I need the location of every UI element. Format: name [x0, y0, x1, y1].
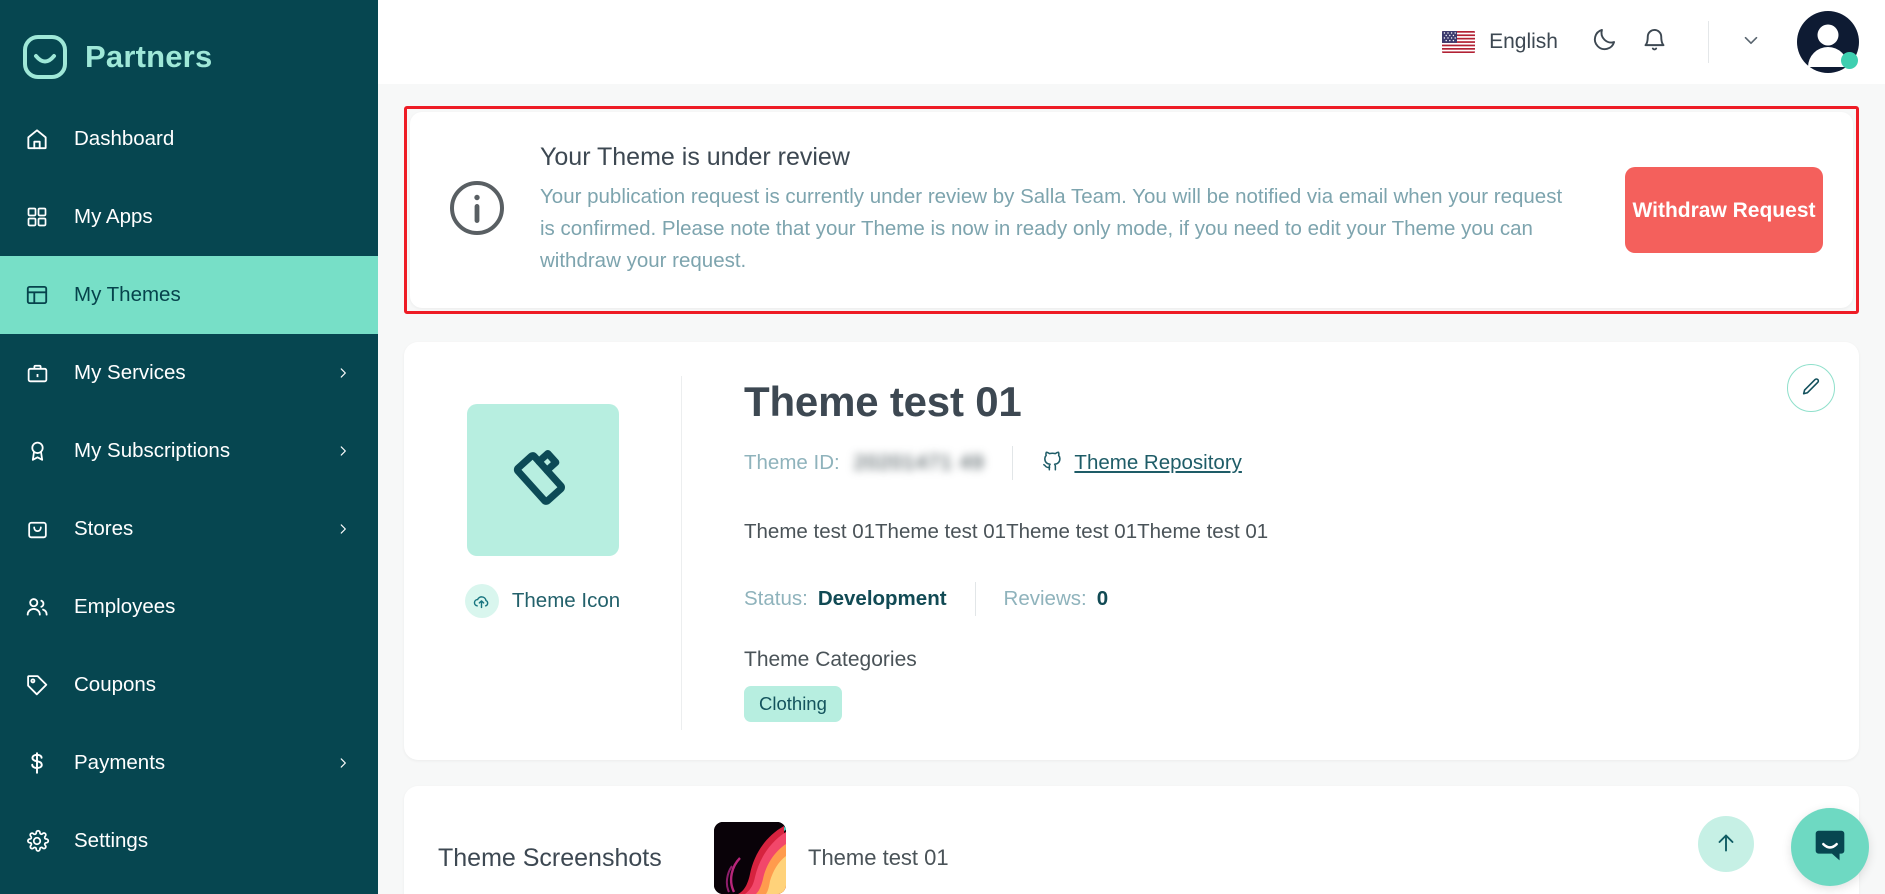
bag-icon	[22, 514, 52, 544]
sidebar-item-label: Coupons	[74, 673, 157, 696]
dark-mode-toggle[interactable]	[1582, 20, 1626, 64]
chevron-right-icon	[336, 752, 350, 774]
chevron-down-icon	[1740, 29, 1762, 56]
review-alert: Your Theme is under review Your publicat…	[410, 112, 1853, 308]
sidebar-item-label: My Apps	[74, 205, 153, 228]
status-divider	[974, 582, 976, 616]
topbar-divider	[1708, 21, 1709, 63]
gear-icon	[22, 826, 52, 856]
meta-divider	[1012, 446, 1014, 480]
theme-preview-thumbnail	[714, 822, 786, 894]
status-badge: Development	[817, 587, 947, 610]
status-label: Status:	[744, 587, 808, 610]
chat-support-button[interactable]	[1791, 808, 1869, 886]
theme-thumbnail	[466, 404, 619, 556]
topbar: English	[378, 0, 1885, 84]
sidebar-item-label: My Services	[74, 361, 186, 384]
sidebar-item-label: My Subscriptions	[74, 439, 231, 462]
page-title: Theme test 01	[744, 378, 1022, 425]
bell-icon	[1641, 26, 1668, 58]
chat-bubble-icon	[1809, 825, 1851, 870]
theme-details-card: Theme Icon Theme test 01 Theme ID: 20201…	[404, 342, 1859, 760]
theme-info-section: Theme test 01 Theme ID: 20201471 49 Them…	[682, 376, 1859, 730]
theme-screenshots-title: Theme Screenshots	[438, 843, 662, 872]
alert-message: Your publication request is currently un…	[540, 185, 1563, 272]
sidebar-item-label: Payments	[74, 751, 166, 774]
briefcase-icon	[22, 358, 52, 388]
screenshot-name: Theme test 01	[808, 845, 949, 870]
info-icon	[448, 179, 506, 242]
alert-highlight-box: Your Theme is under review Your publicat…	[404, 106, 1859, 314]
theme-repository-link[interactable]: Theme Repository	[1041, 449, 1242, 478]
alert-title: Your Theme is under review	[540, 143, 850, 171]
sidebar-item-label: Dashboard	[74, 127, 175, 150]
theme-brush-icon	[503, 438, 583, 523]
notifications-button[interactable]	[1632, 20, 1676, 64]
sidebar-item-my-apps[interactable]: My Apps	[0, 178, 378, 256]
sidebar-nav: Dashboard My Apps My Themes My Services …	[0, 100, 378, 880]
sidebar-item-coupons[interactable]: Coupons	[0, 646, 378, 724]
chevron-right-icon	[336, 362, 350, 384]
withdraw-request-button[interactable]: Withdraw Request	[1625, 167, 1823, 253]
brand[interactable]: Partners	[0, 0, 378, 92]
sidebar-item-employees[interactable]: Employees	[0, 568, 378, 646]
theme-repository-label: Theme Repository	[1074, 451, 1242, 474]
sidebar-item-label: Settings	[74, 829, 149, 852]
theme-id-label: Theme ID:	[744, 451, 840, 474]
theme-screenshots-card: Theme Screenshots Theme test 01	[404, 786, 1859, 894]
account-menu-button[interactable]	[1731, 22, 1771, 62]
app-root: Partners Dashboard My Apps My Themes My …	[0, 0, 1885, 894]
chevron-right-icon	[336, 518, 350, 540]
alert-body: Your Theme is under review Your publicat…	[540, 143, 1625, 277]
sidebar-item-label: Employees	[74, 595, 176, 618]
sidebar-item-dashboard[interactable]: Dashboard	[0, 100, 378, 178]
sidebar: Partners Dashboard My Apps My Themes My …	[0, 0, 378, 894]
us-flag-icon	[1442, 31, 1476, 53]
reviews-label: Reviews:	[1003, 587, 1087, 610]
theme-id-value: 20201471 49	[853, 451, 985, 474]
sidebar-item-my-subscriptions[interactable]: My Subscriptions	[0, 412, 378, 490]
theme-meta-row: Theme ID: 20201471 49 Theme Repository	[744, 446, 1799, 480]
language-label: English	[1489, 30, 1558, 53]
layout-icon	[22, 280, 52, 310]
arrow-up-icon	[1714, 831, 1738, 858]
award-icon	[22, 436, 52, 466]
theme-status-row: Status: Development Reviews: 0	[744, 582, 1799, 616]
sidebar-item-payments[interactable]: Payments	[0, 724, 378, 802]
sidebar-item-my-services[interactable]: My Services	[0, 334, 378, 412]
chevron-right-icon	[336, 440, 350, 462]
reviews-count: 0	[1096, 587, 1109, 610]
tag-icon	[22, 670, 52, 700]
dollar-icon	[22, 748, 52, 778]
avatar[interactable]	[1797, 11, 1859, 73]
main-area: English Your Theme is under review Your …	[378, 0, 1885, 894]
sidebar-item-settings[interactable]: Settings	[0, 802, 378, 880]
brand-name: Partners	[85, 39, 213, 74]
upload-theme-icon-button[interactable]: Theme Icon	[464, 584, 621, 618]
home-icon	[22, 124, 52, 154]
pencil-icon	[1800, 376, 1822, 401]
category-chip: Clothing	[744, 686, 842, 722]
sidebar-item-label: Stores	[74, 517, 134, 540]
sidebar-item-my-themes[interactable]: My Themes	[0, 256, 378, 334]
scroll-to-top-button[interactable]	[1698, 816, 1754, 872]
edit-theme-button[interactable]	[1787, 364, 1835, 412]
grid-icon	[22, 202, 52, 232]
users-icon	[22, 592, 52, 622]
theme-icon-section: Theme Icon	[404, 376, 682, 730]
content-scroll: Your Theme is under review Your publicat…	[378, 84, 1885, 894]
online-status-dot	[1841, 52, 1858, 69]
salla-logo-icon	[22, 34, 68, 80]
cloud-upload-icon	[464, 584, 499, 618]
github-icon	[1041, 449, 1064, 478]
theme-categories-title: Theme Categories	[744, 648, 917, 671]
moon-icon	[1591, 26, 1618, 58]
sidebar-item-stores[interactable]: Stores	[0, 490, 378, 568]
theme-icon-label: Theme Icon	[511, 589, 621, 612]
list-item[interactable]: Theme test 01	[714, 822, 949, 894]
sidebar-item-label: My Themes	[74, 283, 181, 306]
language-selector[interactable]: English	[1442, 30, 1558, 54]
theme-categories-list: Clothing	[744, 686, 1799, 722]
theme-description: Theme test 01Theme test 01Theme test 01T…	[744, 520, 1269, 543]
